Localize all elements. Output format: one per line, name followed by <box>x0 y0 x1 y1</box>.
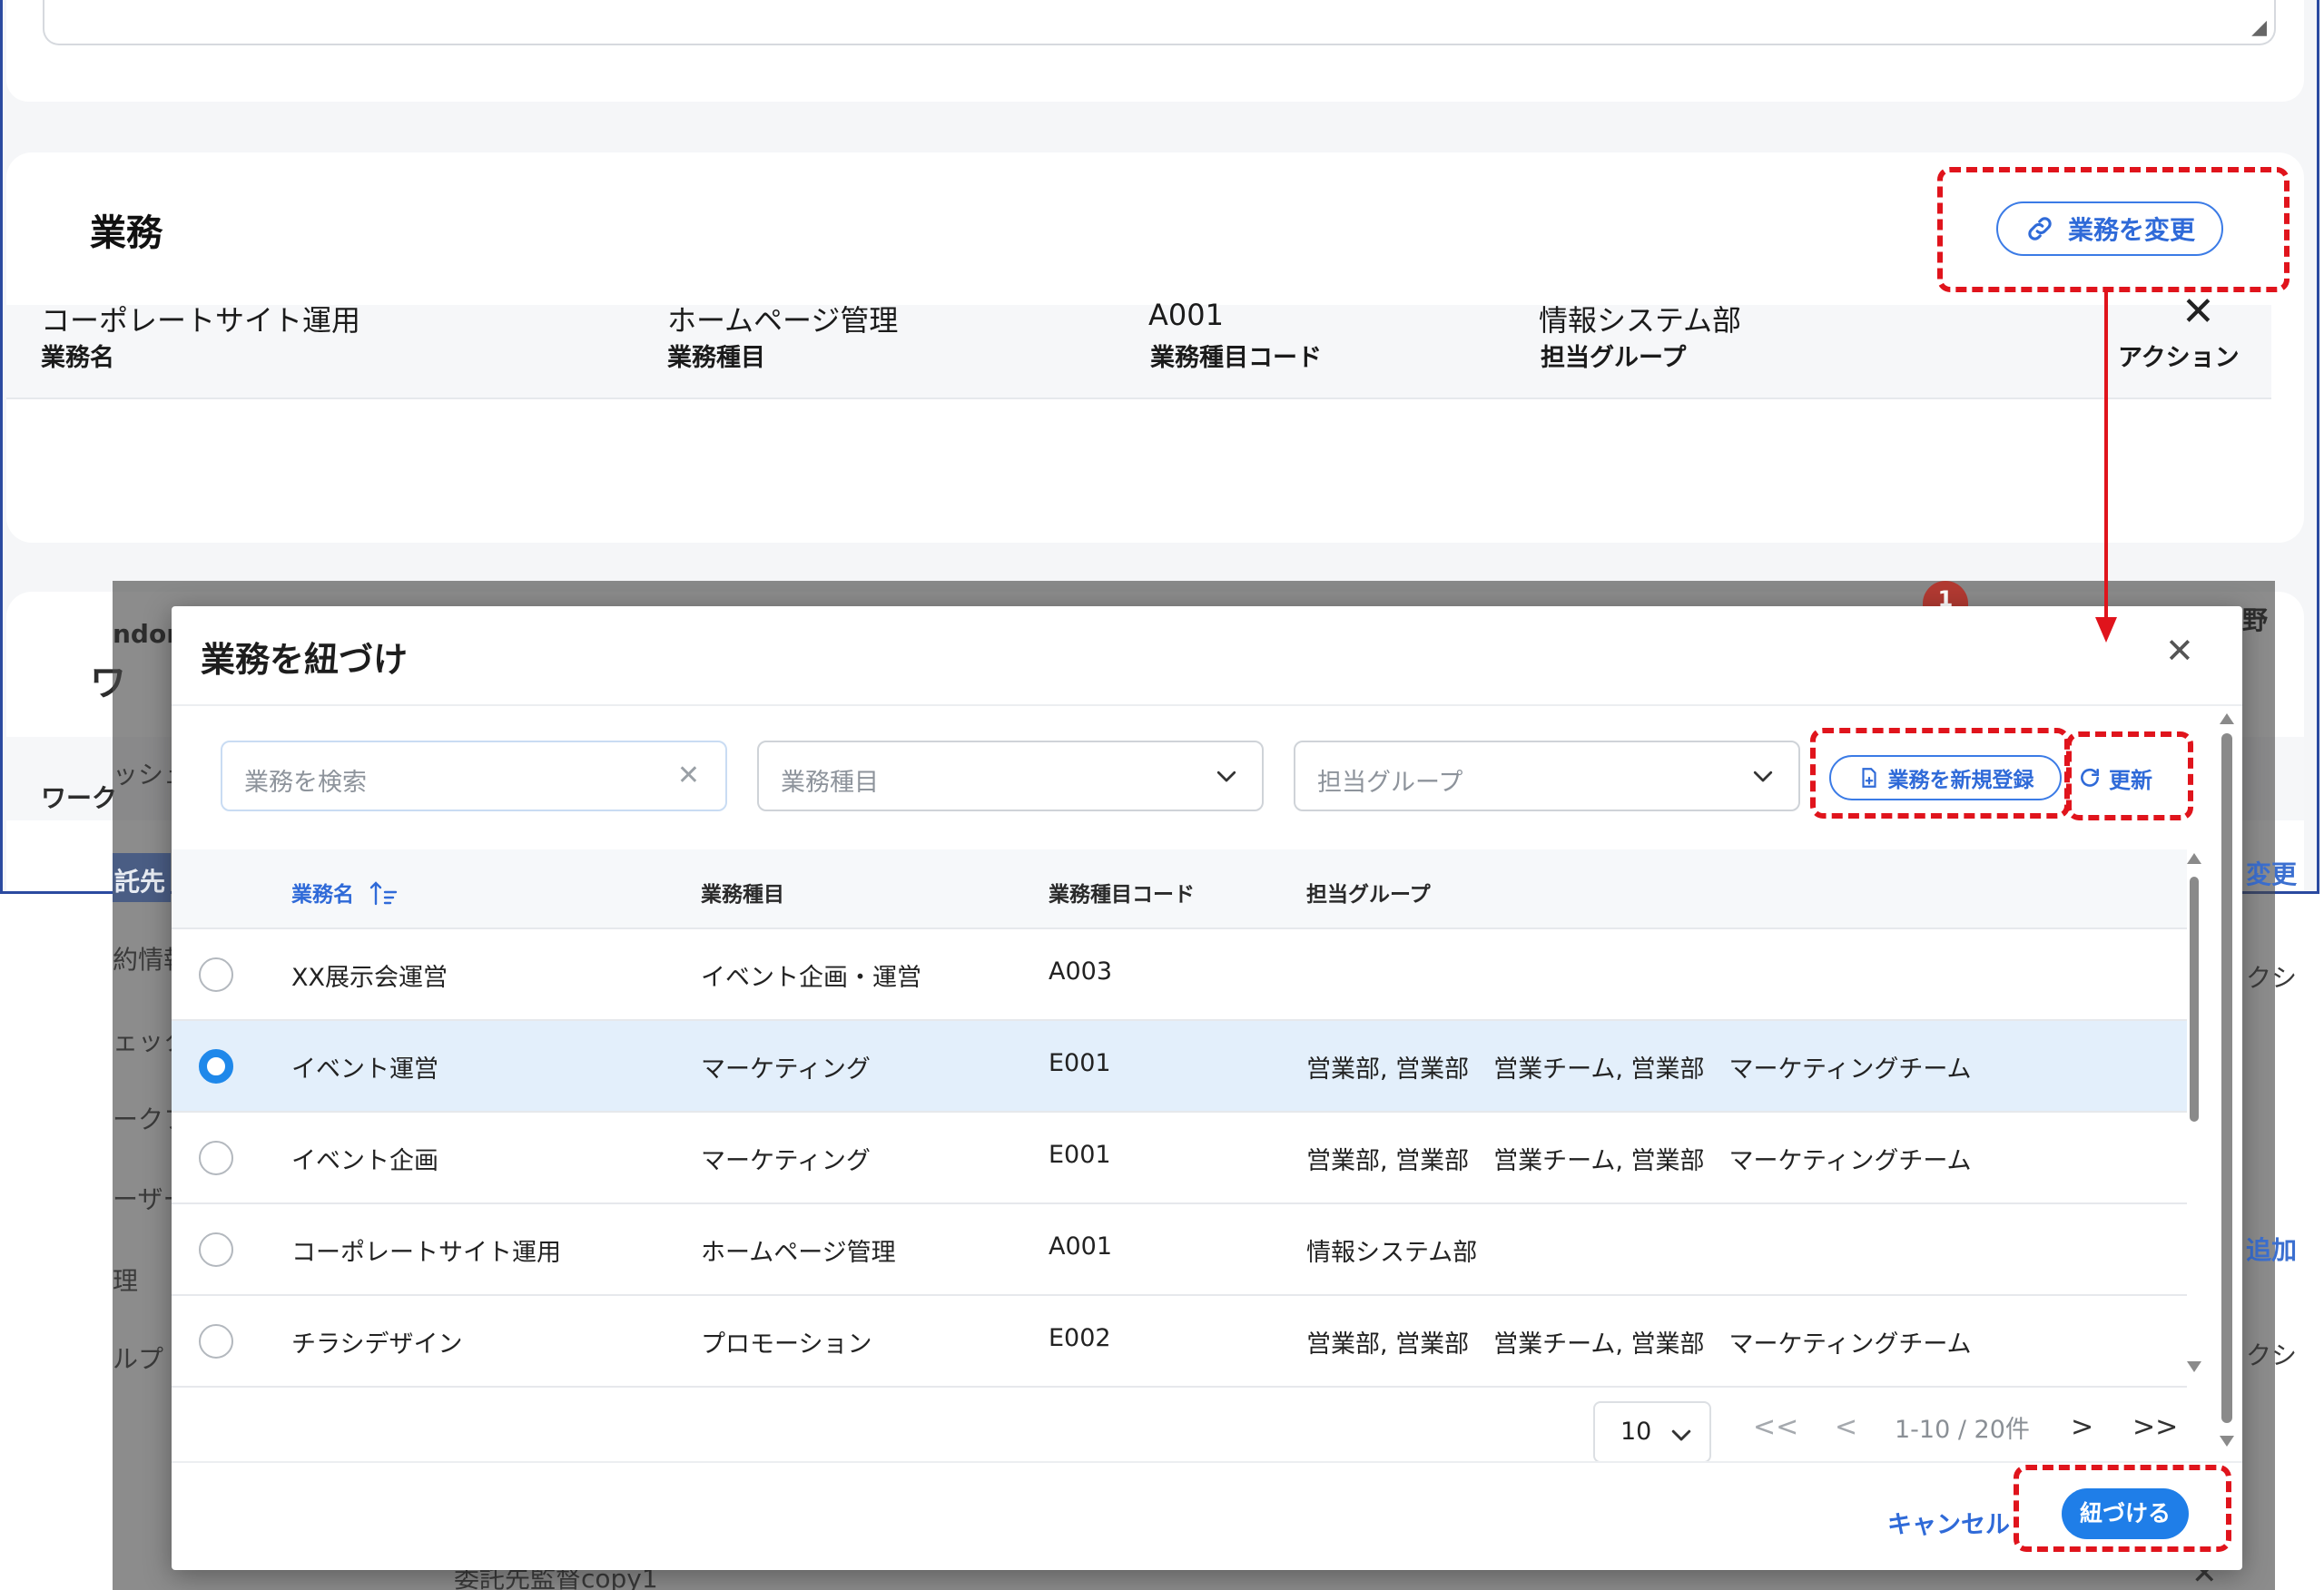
annotation-refresh-button <box>2066 731 2193 820</box>
chevron-down-icon <box>1671 1429 1691 1441</box>
scroll-down-arrow-icon[interactable] <box>2187 1361 2201 1372</box>
category-select[interactable]: 業務種目 <box>757 741 1264 811</box>
column-header-category: 業務種目 <box>667 344 765 372</box>
group-select-placeholder: 担当グループ <box>1317 769 1463 797</box>
table-row[interactable]: コーポレートサイト運用 ホームページ管理 A001 情報システム部 <box>172 1204 2187 1296</box>
row-group: 情報システム部 <box>1306 1239 1478 1267</box>
scrollbar-thumb[interactable] <box>2221 733 2232 1423</box>
sidebar-item-kanri[interactable]: 理 <box>113 1261 138 1298</box>
search-placeholder: 業務を検索 <box>244 769 367 797</box>
table-scrollbar[interactable] <box>2186 849 2202 1376</box>
column-header-name[interactable]: 業務名 <box>291 877 399 908</box>
row-radio-selected[interactable] <box>199 1049 233 1084</box>
row-category: ホームページ管理 <box>701 1239 896 1267</box>
sidebar-item-group[interactable]: ルプ <box>113 1340 163 1376</box>
row-code: E001 <box>1049 1141 1111 1169</box>
table-row-selected[interactable]: イベント運営 マーケティング E001 営業部, 営業部 営業チーム, 営業部 … <box>172 1021 2187 1113</box>
resize-grip-icon[interactable]: ◢ <box>2251 18 2267 38</box>
column-header-code[interactable]: 業務種目コード <box>1049 877 1195 908</box>
annotation-submit-button <box>2014 1465 2231 1552</box>
row-radio[interactable] <box>199 1324 233 1359</box>
last-page-button[interactable]: >> <box>2132 1414 2178 1441</box>
row-group: 営業部, 営業部 営業チーム, 営業部 マーケティングチーム <box>1306 1147 1972 1175</box>
row-name: XX展示会運営 <box>291 964 448 992</box>
page-size-value: 10 <box>1620 1418 1652 1446</box>
first-page-button[interactable]: << <box>1753 1414 1798 1441</box>
row-name: コーポレートサイト運用 <box>291 1239 561 1267</box>
column-header-name-label: 業務名 <box>291 883 354 907</box>
business-list-header: 業務名 業務種目 業務種目コード 担当グループ <box>172 849 2187 929</box>
sort-ascending-icon <box>369 881 398 906</box>
pagination-info: 1-10 / 20件 <box>1895 1416 2030 1444</box>
column-header-category[interactable]: 業務種目 <box>701 877 784 908</box>
modal-scrollbar[interactable] <box>2218 712 2236 1447</box>
column-header-group[interactable]: 担当グループ <box>1306 877 1431 908</box>
action-header-peek-2: クシ <box>2246 1340 2298 1370</box>
column-header-group: 担当グループ <box>1541 344 1687 372</box>
row-category: マーケティング <box>701 1147 871 1175</box>
scroll-down-arrow-icon[interactable] <box>2220 1436 2234 1447</box>
chevron-down-icon <box>1753 770 1773 782</box>
remove-business-icon[interactable]: ✕ <box>2181 292 2215 332</box>
category-select-placeholder: 業務種目 <box>781 769 879 797</box>
workflow-column-header: ワーク <box>41 783 118 813</box>
modal-title: 業務を紐づけ <box>201 640 409 680</box>
screenshot-stage: ◢ 業務 業務を変更 業務名 業務種目 業務種目コード 担当グループ アクション… <box>0 0 2324 1590</box>
next-page-button[interactable]: > <box>2071 1414 2093 1441</box>
business-row-group: 情報システム部 <box>1539 303 1742 338</box>
annotation-arrow-line <box>2104 290 2108 621</box>
row-category: イベント企画・運営 <box>701 964 921 992</box>
business-row-category: ホームページ管理 <box>667 303 899 338</box>
modal-footer-divider <box>172 1461 2242 1463</box>
chevron-down-icon <box>1216 770 1236 782</box>
row-code: A001 <box>1049 1232 1113 1261</box>
column-header-name: 業務名 <box>41 344 114 372</box>
row-radio[interactable] <box>199 1232 233 1267</box>
row-name: チラシデザイン <box>291 1330 463 1359</box>
annotation-register-button <box>1810 728 2070 819</box>
row-code: E001 <box>1049 1049 1111 1077</box>
row-code: A003 <box>1049 957 1113 986</box>
row-radio[interactable] <box>199 1141 233 1175</box>
column-header-action: アクション <box>2118 344 2240 372</box>
column-header-code: 業務種目コード <box>1150 344 1322 372</box>
cancel-button[interactable]: キャンセル <box>1887 1505 2010 1540</box>
business-search-input[interactable]: 業務を検索 ✕ <box>221 741 727 811</box>
annotation-arrow-head-icon <box>2095 617 2117 643</box>
user-name-peek: 野 <box>2242 605 2269 635</box>
row-category: マーケティング <box>701 1055 871 1084</box>
close-icon[interactable]: ✕ <box>2165 633 2194 668</box>
memo-textarea[interactable]: ◢ <box>43 0 2276 45</box>
group-select[interactable]: 担当グループ <box>1294 741 1800 811</box>
table-row[interactable]: チラシデザイン プロモーション E002 営業部, 営業部 営業チーム, 営業部… <box>172 1296 2187 1388</box>
row-code: E002 <box>1049 1324 1111 1352</box>
row-name: イベント運営 <box>291 1055 438 1084</box>
add-button-peek[interactable]: 追加 <box>2246 1231 2297 1267</box>
table-row[interactable]: XX展示会運営 イベント企画・運営 A003 <box>172 929 2187 1021</box>
business-row-name: コーポレートサイト運用 <box>41 303 361 338</box>
scrollbar-thumb[interactable] <box>2190 877 2199 1122</box>
clear-icon[interactable]: ✕ <box>677 762 700 790</box>
change-button-peek[interactable]: 変更 <box>2246 855 2297 891</box>
sidebar-peek-ndor: ndor <box>113 619 180 649</box>
row-name: イベント企画 <box>291 1147 438 1175</box>
table-row[interactable]: イベント企画 マーケティング E001 営業部, 営業部 営業チーム, 営業部 … <box>172 1113 2187 1204</box>
row-group: 営業部, 営業部 営業チーム, 営業部 マーケティングチーム <box>1306 1055 1972 1084</box>
annotation-change-button <box>1937 167 2290 292</box>
business-row-code: A001 <box>1148 298 1224 332</box>
modal-header-divider <box>172 704 2242 706</box>
page-size-select[interactable]: 10 <box>1593 1401 1711 1463</box>
action-header-peek-1: クシ <box>2246 963 2298 993</box>
business-section-title: 業務 <box>90 212 162 254</box>
sidebar-item-itakusaki[interactable]: 託先 <box>114 862 165 898</box>
textarea-card: ◢ <box>6 0 2304 102</box>
row-group: 営業部, 営業部 営業チーム, 営業部 マーケティングチーム <box>1306 1330 1972 1359</box>
scroll-up-arrow-icon[interactable] <box>2220 713 2234 724</box>
row-category: プロモーション <box>701 1330 872 1359</box>
scroll-up-arrow-icon[interactable] <box>2187 853 2201 864</box>
prev-page-button[interactable]: < <box>1835 1414 1857 1441</box>
row-radio[interactable] <box>199 957 233 992</box>
